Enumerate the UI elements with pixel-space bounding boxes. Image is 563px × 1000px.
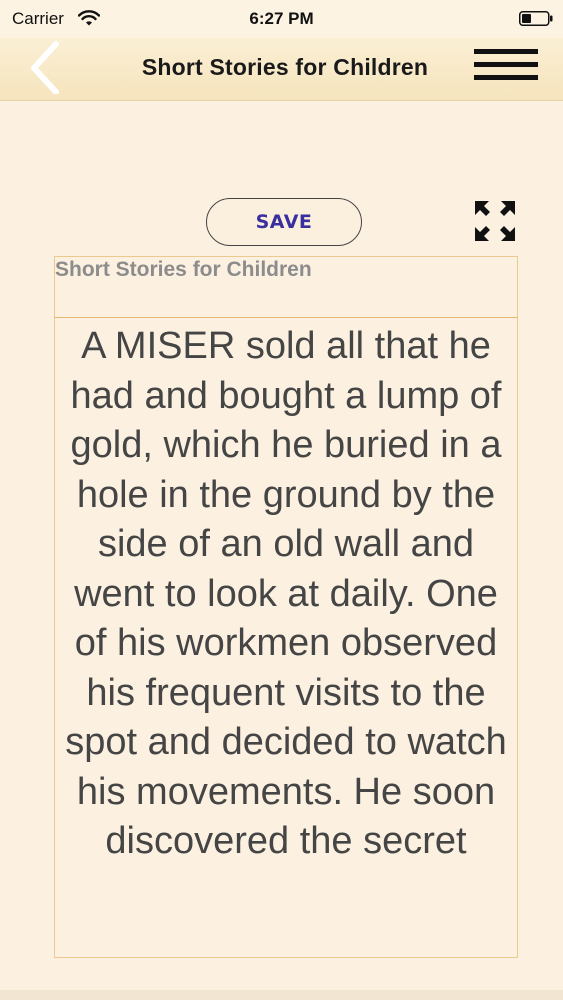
- story-text-area[interactable]: A MISER sold all that he had and bought …: [54, 318, 518, 958]
- story-title-box: Short Stories for Children: [54, 256, 518, 318]
- back-button[interactable]: [24, 40, 68, 95]
- expand-button[interactable]: [472, 198, 518, 244]
- navigation-bar: Short Stories for Children: [0, 38, 563, 101]
- story-title: Short Stories for Children: [55, 258, 312, 281]
- menu-bar-line: [474, 75, 538, 80]
- page-title: Short Stories for Children: [141, 54, 429, 80]
- chevron-left-icon: [31, 41, 59, 95]
- bottom-strip: [0, 990, 563, 1000]
- status-time: 6:27 PM: [249, 9, 314, 28]
- menu-button[interactable]: [474, 45, 538, 83]
- status-bar: Carrier 6:27 PM: [0, 0, 563, 38]
- expand-arrows-icon: [475, 201, 515, 241]
- menu-bar-line: [474, 49, 538, 54]
- save-button[interactable]: SAVE: [206, 198, 362, 246]
- menu-bar-line: [474, 62, 538, 67]
- battery-icon: [519, 11, 553, 26]
- story-body-text: A MISER sold all that he had and bought …: [65, 325, 507, 862]
